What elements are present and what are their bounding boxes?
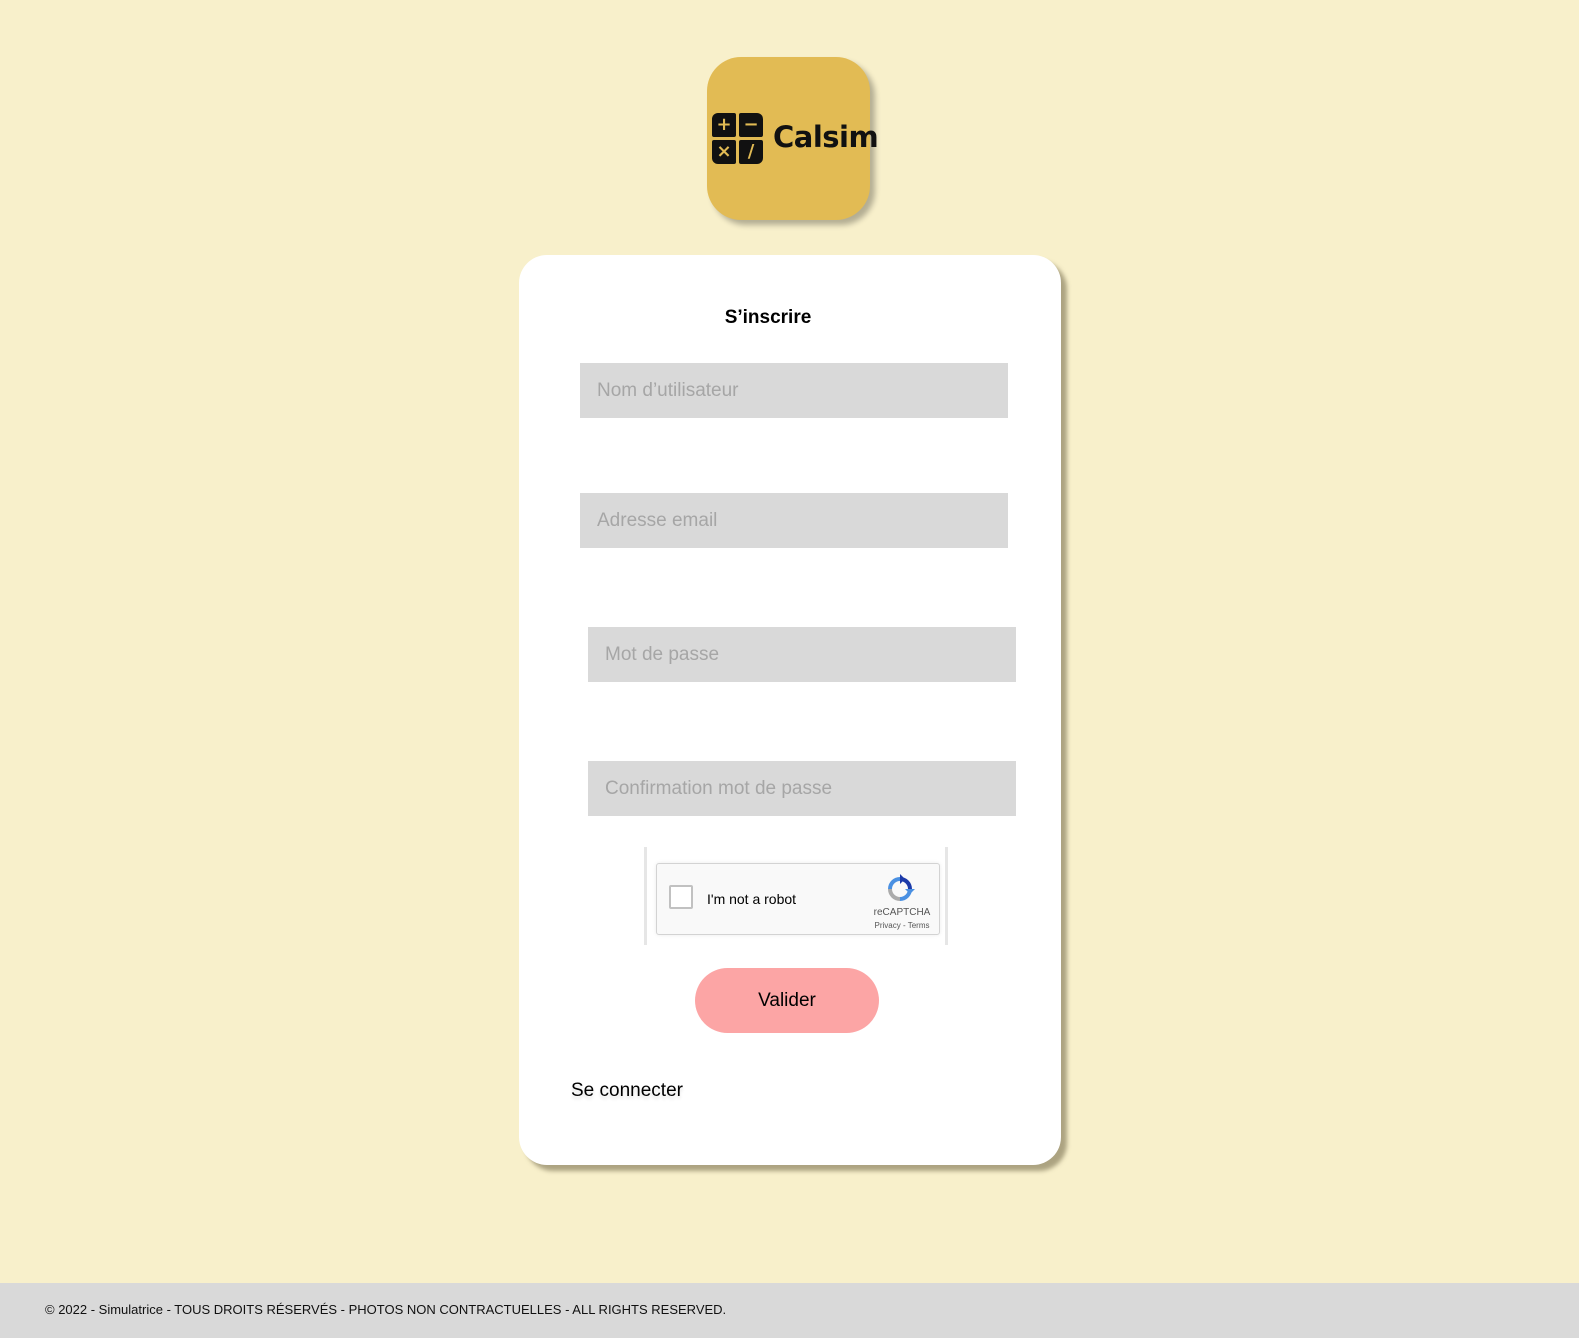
recaptcha-terms-link[interactable]: Terms: [908, 921, 930, 930]
divide-icon: /: [739, 140, 763, 164]
form-title: S’inscrire: [724, 307, 812, 328]
confirm-password-input[interactable]: [588, 761, 1016, 816]
recaptcha-links: Privacy - Terms: [867, 921, 937, 930]
recaptcha-logo-icon: [888, 874, 915, 901]
multiply-icon: ×: [712, 140, 736, 164]
recaptcha-frame: I'm not a robot reCAPTCHA Privacy - Term…: [644, 847, 948, 945]
app-logo: + − × / Calsim: [707, 57, 879, 220]
calculator-icon: + − × /: [712, 113, 763, 164]
footer: © 2022 - Simulatrice - TOUS DROITS RÉSER…: [0, 1283, 1579, 1338]
recaptcha-links-separator: -: [900, 921, 908, 930]
recaptcha-privacy-link[interactable]: Privacy: [875, 921, 901, 930]
signup-card: S’inscrire I'm not a robot reCAPTCHA Pri…: [519, 255, 1061, 1165]
recaptcha-widget: I'm not a robot reCAPTCHA Privacy - Term…: [656, 863, 940, 935]
brand-name: Calsim: [773, 120, 879, 154]
recaptcha-label: I'm not a robot: [707, 891, 797, 907]
recaptcha-checkbox[interactable]: [669, 885, 693, 909]
recaptcha-brand: reCAPTCHA: [873, 907, 931, 918]
plus-icon: +: [712, 113, 736, 137]
footer-copyright: © 2022 - Simulatrice - TOUS DROITS RÉSER…: [45, 1302, 727, 1317]
login-link[interactable]: Se connecter: [571, 1080, 683, 1102]
username-input[interactable]: [580, 363, 1008, 418]
submit-button[interactable]: Valider: [695, 968, 879, 1033]
password-input[interactable]: [588, 627, 1016, 682]
email-input[interactable]: [580, 493, 1008, 548]
minus-icon: −: [739, 113, 763, 137]
